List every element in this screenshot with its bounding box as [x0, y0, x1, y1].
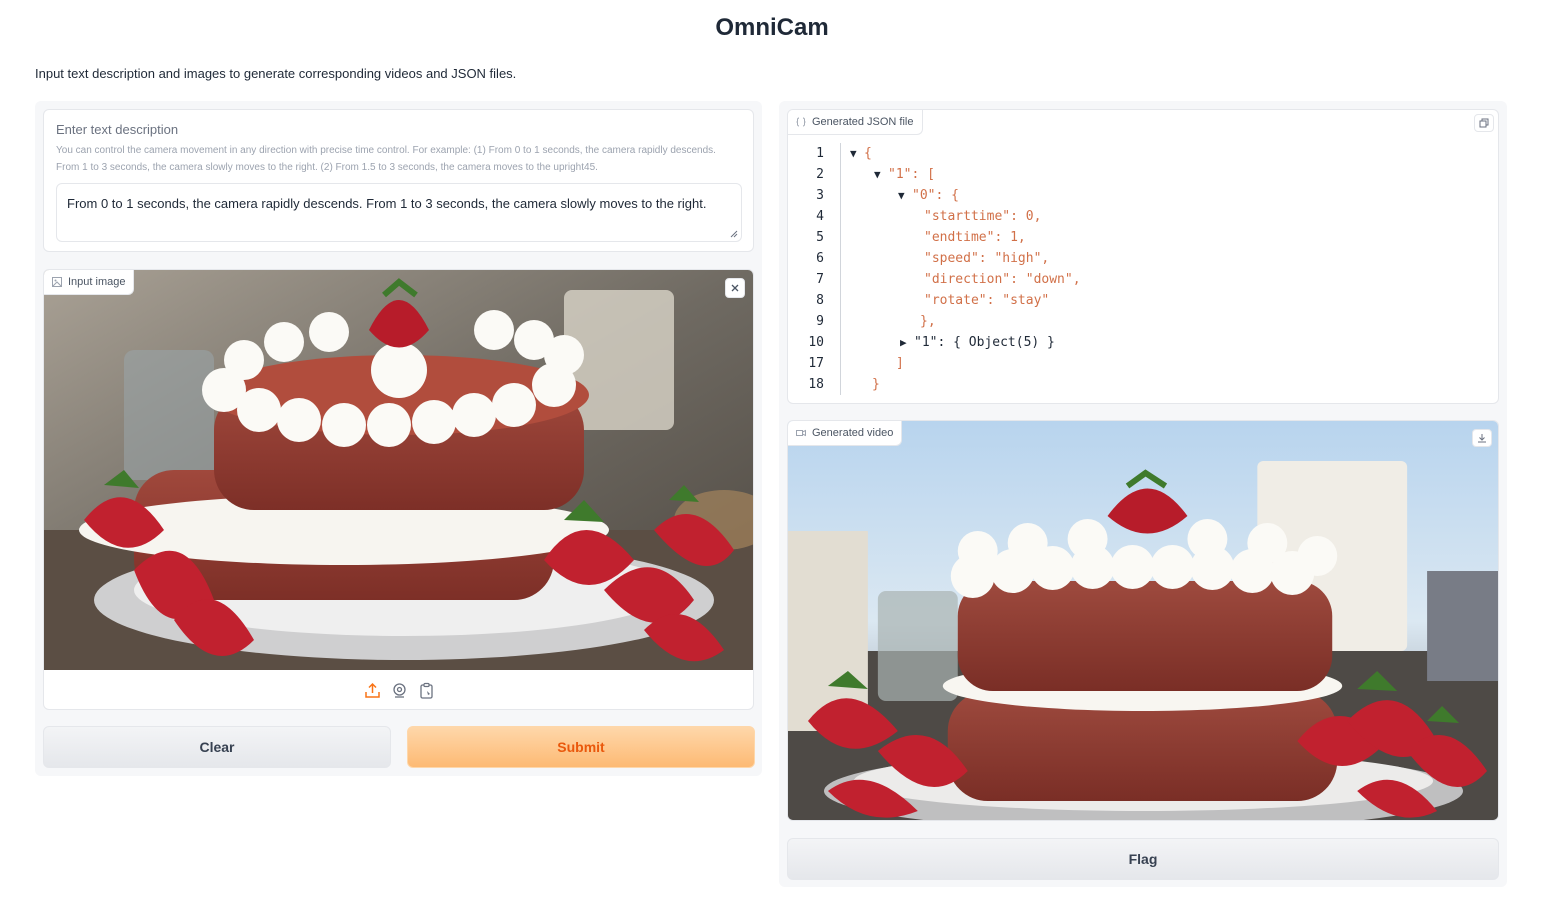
code-braces-icon — [796, 117, 806, 127]
code-line: 5 "endtime": 1, — [788, 227, 1498, 248]
code-line: 7 "direction": "down", — [788, 269, 1498, 290]
code-text: ] — [896, 356, 904, 371]
line-number: 8 — [816, 293, 824, 308]
copy-icon — [1479, 118, 1489, 128]
code-line: 2 ▼ "1": [ — [788, 164, 1498, 185]
code-line: 18} — [788, 374, 1498, 395]
page-title: OmniCam — [715, 14, 829, 41]
code-text: "1": { Object(5) } — [914, 335, 1055, 350]
text-description-input[interactable]: From 0 to 1 seconds, the camera rapidly … — [56, 183, 742, 242]
flag-button[interactable]: Flag — [787, 838, 1499, 880]
code-text: "endtime": 1, — [924, 230, 1026, 245]
submit-button[interactable]: Submit — [407, 726, 755, 768]
input-image-label: Input image — [68, 276, 126, 288]
collapse-triangle-icon[interactable]: ▼ — [874, 164, 888, 185]
text-description-info: You can control the camera movement in a… — [56, 145, 716, 173]
download-button[interactable] — [1472, 429, 1492, 447]
code-text: "direction": "down", — [924, 272, 1081, 287]
clear-image-button[interactable] — [725, 278, 745, 298]
code-text: }, — [920, 314, 936, 329]
output-panel: Generated JSON file 1 ▼{ 2 ▼ "1": [ 3 ▼ "0": … — [779, 101, 1507, 887]
video-output-block: Generated video — [787, 420, 1499, 821]
line-number: 6 — [816, 251, 824, 266]
line-number: 9 — [816, 314, 824, 329]
line-number: 2 — [816, 167, 824, 182]
resize-handle-icon[interactable] — [730, 230, 738, 238]
code-text: "starttime": 0, — [924, 209, 1042, 224]
code-text: } — [872, 377, 880, 392]
video-output-chip: Generated video — [788, 421, 903, 446]
line-number: 1 — [816, 146, 824, 161]
video-output-label: Generated video — [812, 427, 894, 439]
page-description: Input text description and images to gen… — [35, 66, 517, 81]
webcam-icon[interactable] — [391, 682, 408, 699]
line-number: 18 — [808, 377, 824, 392]
copy-button[interactable] — [1474, 114, 1494, 132]
code-text: "1": [ — [888, 167, 935, 182]
code-text: "0": { — [912, 188, 959, 203]
line-number: 5 — [816, 230, 824, 245]
input-image-block: Input image — [43, 269, 754, 710]
json-output-label: Generated JSON file — [812, 116, 914, 128]
input-image-chip: Input image — [44, 270, 135, 295]
json-code-view: 1 ▼{ 2 ▼ "1": [ 3 ▼ "0": { 4 "starttime": 0, 5… — [788, 143, 1498, 395]
code-line: 1 ▼{ — [788, 143, 1498, 164]
line-number: 10 — [808, 335, 824, 350]
clear-button[interactable]: Clear — [43, 726, 391, 768]
collapse-triangle-icon[interactable]: ▼ — [898, 185, 912, 206]
code-line: 10 ▶ "1": { Object(5) } — [788, 332, 1498, 353]
text-description-label: Enter text description — [56, 122, 179, 137]
code-line: 6 "speed": "high", — [788, 248, 1498, 269]
close-icon — [731, 284, 739, 292]
code-line: 9}, — [788, 311, 1498, 332]
code-line: 17] — [788, 353, 1498, 374]
input-cake-image — [44, 270, 753, 670]
generated-video-frame[interactable] — [788, 421, 1499, 821]
code-text: { — [864, 146, 872, 161]
download-icon — [1478, 434, 1486, 443]
clipboard-icon[interactable] — [418, 682, 435, 699]
code-text: "speed": "high", — [924, 251, 1050, 266]
json-output-block: Generated JSON file 1 ▼{ 2 ▼ "1": [ 3 ▼ "0": … — [787, 109, 1499, 404]
code-line: 8 "rotate": "stay" — [788, 290, 1498, 311]
video-icon — [796, 429, 806, 437]
image-icon — [52, 277, 62, 287]
code-line: 4 "starttime": 0, — [788, 206, 1498, 227]
line-number: 4 — [816, 209, 824, 224]
text-description-value: From 0 to 1 seconds, the camera rapidly … — [67, 196, 707, 211]
text-description-block: Enter text description You can control t… — [43, 109, 754, 252]
line-number: 3 — [816, 188, 824, 203]
code-line: 3 ▼ "0": { — [788, 185, 1498, 206]
upload-icon[interactable] — [364, 682, 381, 699]
expand-triangle-icon[interactable]: ▶ — [900, 332, 914, 353]
line-number: 7 — [816, 272, 824, 287]
code-text: "rotate": "stay" — [924, 293, 1050, 308]
image-source-bar — [44, 670, 753, 709]
input-panel: Enter text description You can control t… — [35, 101, 762, 776]
json-output-chip: Generated JSON file — [788, 110, 923, 135]
collapse-triangle-icon[interactable]: ▼ — [850, 143, 864, 164]
line-number: 17 — [808, 356, 824, 371]
